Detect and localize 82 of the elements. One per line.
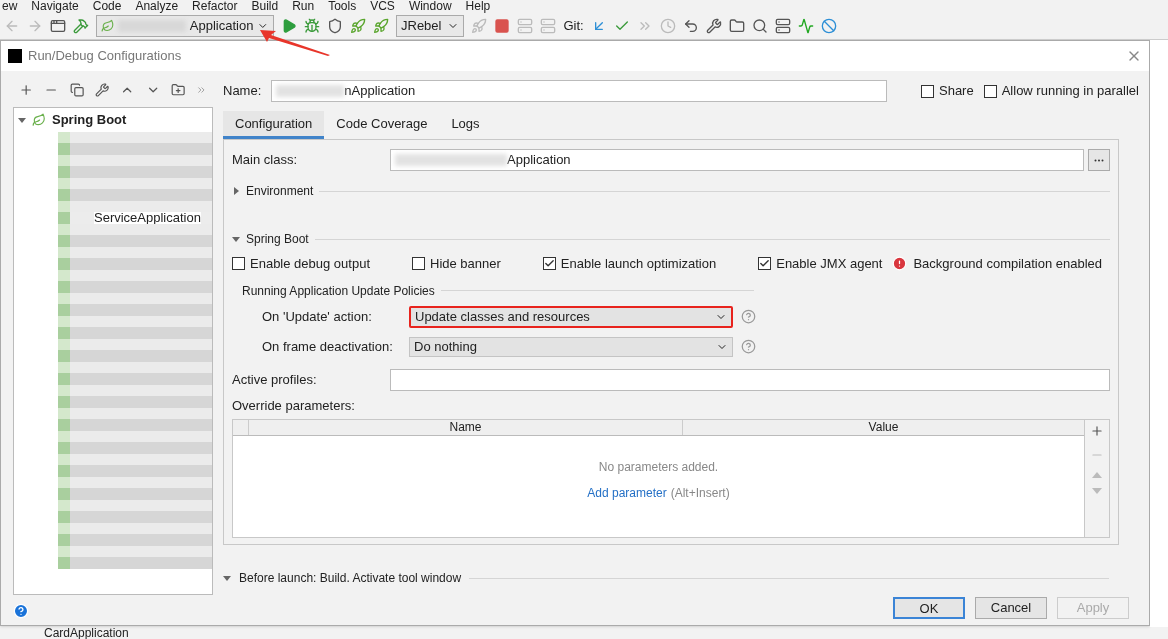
checkbox[interactable] [232, 257, 245, 271]
wrench-icon[interactable] [95, 82, 110, 98]
add-parameter-link[interactable]: Add parameter [587, 484, 667, 502]
git-label: Git: [563, 16, 584, 35]
jrebel-dropdown[interactable]: JRebel [396, 14, 465, 37]
before-launch-title: Before launch: Build. Activate tool window [239, 570, 462, 587]
dialog-button[interactable]: Cancel [975, 597, 1047, 619]
checkbox-label: Allow running in parallel [1001, 82, 1139, 101]
policy-dropdown[interactable]: Update classes and resources [409, 305, 733, 328]
add-icon[interactable] [1090, 424, 1104, 438]
search-icon[interactable] [751, 17, 768, 34]
warning-icon [892, 256, 908, 272]
checkbox[interactable] [542, 257, 556, 271]
forbidden-icon[interactable] [820, 17, 837, 34]
tree-item[interactable]: CardApplication [44, 627, 129, 639]
debug-icon[interactable] [304, 17, 320, 34]
menu-item[interactable]: Analyze [135, 0, 179, 12]
policy-label: On 'Update' action: [262, 307, 373, 326]
help-icon[interactable] [741, 339, 756, 354]
dialog-button[interactable]: OK [893, 597, 965, 619]
section-title: Environment [246, 183, 314, 200]
menu-item[interactable]: Navigate [31, 0, 79, 12]
menu-item[interactable]: Tools [328, 0, 357, 12]
spring-leaf-icon [32, 112, 46, 127]
help-icon[interactable] [741, 309, 756, 324]
blurred-text [276, 85, 345, 97]
checkbox-label: Enable JMX agent [776, 255, 883, 273]
menu-item[interactable]: Run [292, 0, 315, 12]
spring-leaf-icon [101, 18, 115, 33]
menu-item[interactable]: Code [92, 0, 122, 12]
expand-triangle-icon[interactable] [232, 187, 240, 195]
app-logo-icon [8, 49, 22, 63]
policies-title: Running Application Update Policies [242, 282, 435, 300]
menu-item[interactable]: Refactor [192, 0, 238, 12]
checkbox[interactable] [921, 84, 934, 98]
policy-label: On frame deactivation: [262, 337, 394, 356]
hammer-icon[interactable] [73, 17, 89, 34]
copy-icon[interactable] [69, 82, 84, 98]
name-label: Name: [223, 82, 262, 101]
settings-wrench-icon[interactable] [705, 17, 722, 34]
expand-triangle-icon[interactable] [223, 574, 231, 582]
active-profiles-field[interactable] [390, 368, 1110, 391]
checkbox[interactable] [983, 84, 997, 98]
column-header[interactable]: Name [249, 420, 683, 435]
stop-icon[interactable] [494, 17, 511, 34]
window-icon[interactable] [50, 17, 66, 34]
run-icon[interactable] [281, 17, 297, 34]
expand-triangle-icon[interactable] [18, 115, 26, 124]
menu-item[interactable]: ew [2, 0, 18, 12]
revert-icon[interactable] [682, 17, 699, 34]
checkbox-label: Share [939, 82, 974, 101]
menu-item[interactable]: Help [465, 0, 491, 12]
empty-text: No parameters added. [598, 459, 719, 476]
checkbox-label: Hide banner [430, 255, 501, 273]
policy-dropdown[interactable]: Do nothing [409, 336, 733, 357]
menu-item[interactable]: Window [408, 0, 452, 12]
checkbox-label: Enable debug output [250, 255, 370, 273]
add-icon[interactable] [19, 82, 34, 98]
main-class-field[interactable]: Application [390, 149, 1084, 171]
tab[interactable]: Logs [439, 111, 492, 139]
active-profiles-label: Active profiles: [232, 370, 318, 389]
menu-item[interactable]: Build [251, 0, 279, 12]
override-label: Override parameters: [232, 396, 356, 415]
tab[interactable]: Code Coverage [324, 111, 440, 139]
name-field[interactable]: nApplication [271, 80, 888, 102]
main-class-label: Main class: [232, 151, 299, 170]
section-title: Spring Boot [246, 231, 309, 248]
ellipsis-icon [1094, 158, 1104, 162]
expand-triangle-icon[interactable] [232, 235, 240, 243]
run-configuration-dropdown[interactable]: Application [96, 14, 274, 37]
checkbox[interactable] [758, 257, 772, 271]
folder-add-icon[interactable] [170, 82, 186, 98]
checkbox-label: Enable launch optimization [560, 255, 717, 273]
browse-button[interactable] [1088, 149, 1110, 171]
shortcut-hint: (Alt+Insert) [670, 485, 730, 502]
tab[interactable]: Configuration [223, 111, 325, 139]
menu-item[interactable]: VCS [370, 0, 395, 12]
tree-item[interactable]: Spring Boot [52, 110, 127, 130]
dialog-title: Run/Debug Configurations [28, 47, 182, 66]
warning-text: Background compilation enabled [913, 255, 1103, 273]
checkbox[interactable] [412, 257, 425, 271]
column-header[interactable]: Value [683, 420, 1084, 435]
